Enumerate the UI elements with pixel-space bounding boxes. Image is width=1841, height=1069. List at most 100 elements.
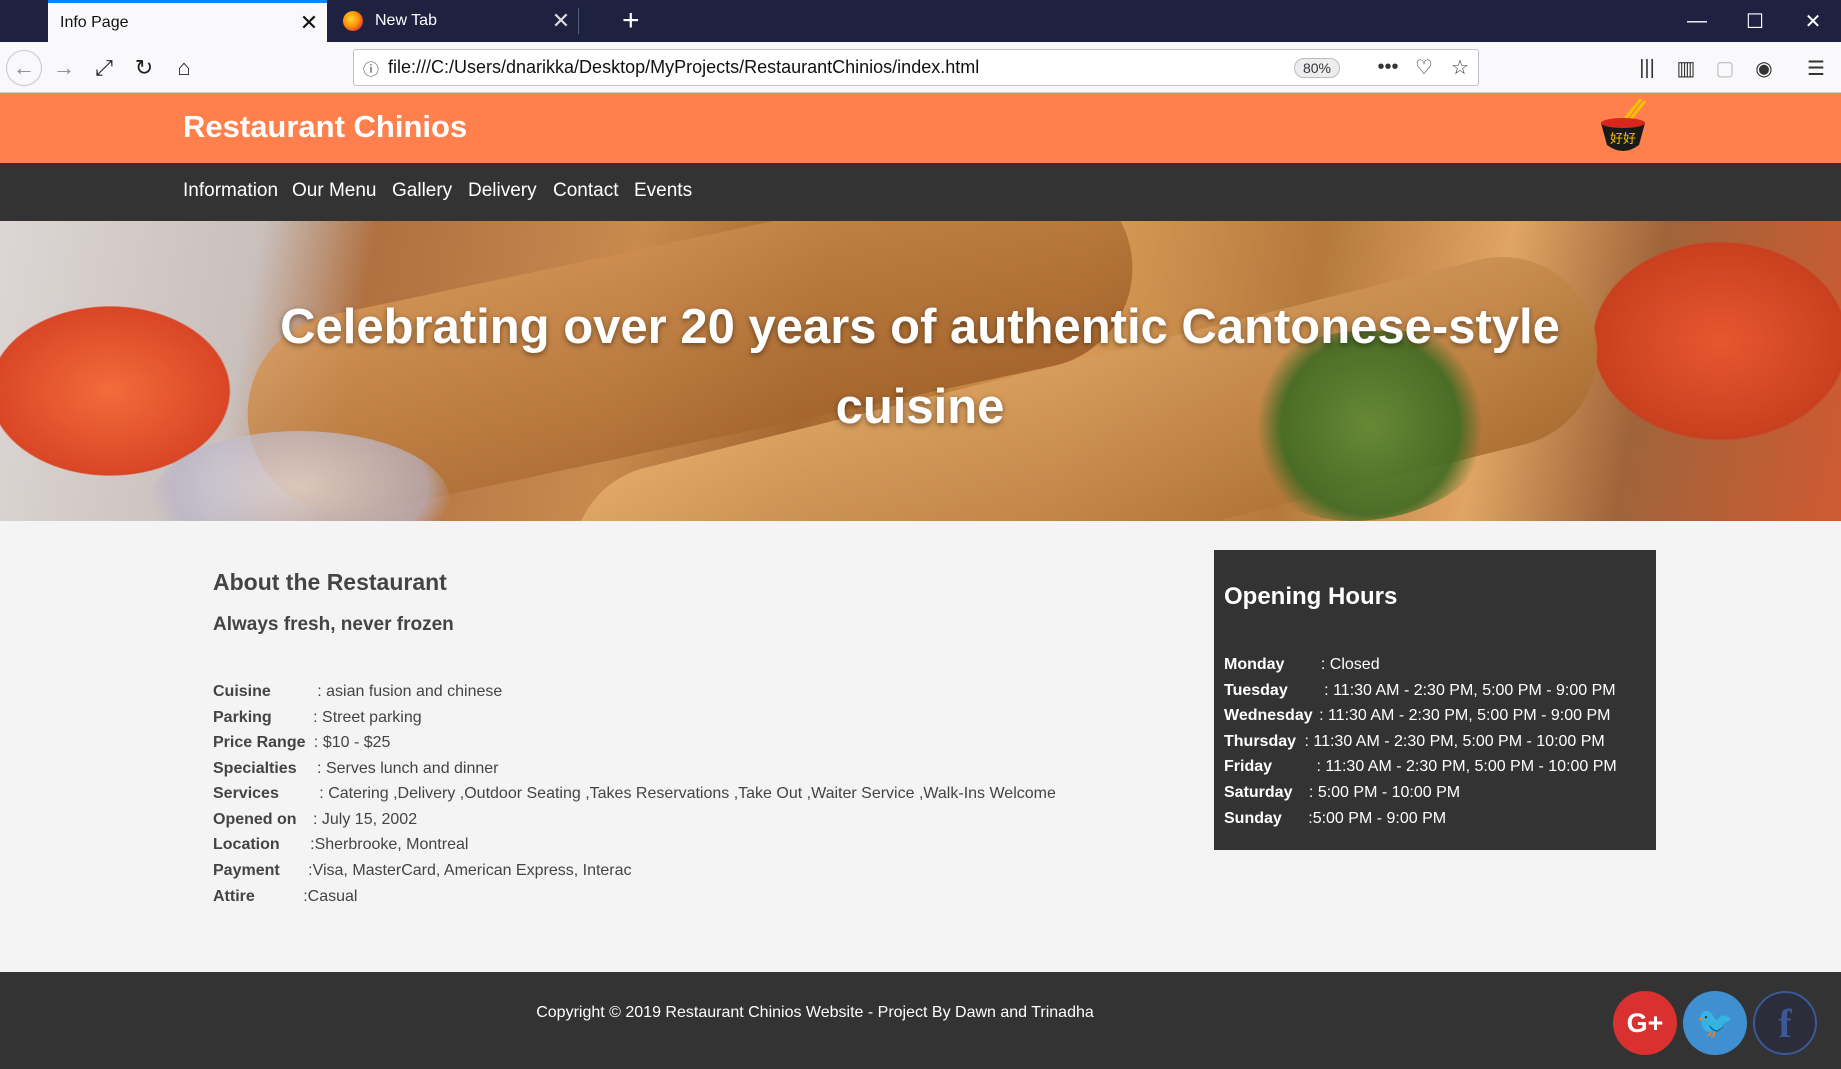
hours-row: Saturday : 5:00 PM - 10:00 PM — [1224, 784, 1460, 802]
day-sep: : — [1304, 784, 1318, 801]
detail-sep: : — [303, 862, 313, 879]
bookmark-star-icon[interactable]: ☆ — [1442, 55, 1478, 80]
back-button[interactable]: ← — [6, 50, 42, 86]
detail-label: Services — [213, 785, 279, 802]
google-plus-icon[interactable]: G+ — [1613, 991, 1677, 1055]
nav-gallery[interactable]: Gallery — [392, 180, 452, 202]
detail-row: Opened on : July 15, 2002 — [213, 811, 417, 829]
nav-events[interactable]: Events — [634, 180, 692, 202]
tab-label: Info Page — [60, 13, 129, 31]
library-button[interactable]: ||| — [1629, 50, 1665, 86]
url-bar[interactable]: ⓘ file:///C:/Users/dnarikka/Desktop/MyPr… — [353, 49, 1479, 86]
detail-sep: : — [298, 888, 308, 905]
detail-row: Price Range : $10 - $25 — [213, 734, 390, 752]
close-window-button[interactable]: ✕ — [1785, 0, 1841, 42]
day-label: Thursday — [1224, 733, 1297, 750]
detail-row: Attire :Casual — [213, 888, 357, 906]
copyright-text: Copyright © 2019 Restaurant Chinios Webs… — [536, 1004, 1094, 1021]
close-tab-icon[interactable]: ✕ — [543, 8, 579, 34]
home-button[interactable]: ⌂ — [166, 50, 202, 86]
day-time: 11:30 AM - 2:30 PM, 5:00 PM - 10:00 PM — [1325, 758, 1617, 775]
detail-row: Location :Sherbrooke, Montreal — [213, 836, 468, 854]
logo-text: 好好 — [1610, 132, 1636, 147]
detail-label: Specialties — [213, 760, 297, 777]
account-button[interactable]: ◉ — [1746, 50, 1782, 86]
detail-label: Price Range — [213, 734, 306, 751]
about-heading: About the Restaurant — [213, 569, 447, 595]
detail-value: Casual — [307, 888, 358, 905]
detail-row: Specialties : Serves lunch and dinner — [213, 760, 499, 778]
zoom-badge[interactable]: 80% — [1293, 57, 1340, 78]
detail-row: Parking : Street parking — [213, 709, 422, 727]
maximize-button[interactable]: ☐ — [1727, 0, 1783, 42]
arrow-right-icon: → — [53, 55, 75, 80]
close-tab-icon[interactable]: ✕ — [291, 10, 327, 36]
day-sep: : — [1319, 682, 1334, 699]
site-footer: Copyright © 2019 Restaurant Chinios Webs… — [0, 972, 1841, 1069]
library-icon: ||| — [1639, 56, 1655, 79]
detail-sep: : — [305, 836, 315, 853]
reload-icon: ↻ — [134, 55, 154, 80]
expand-icon: ⤢ — [95, 55, 113, 80]
new-tab-button[interactable]: + — [622, 4, 640, 38]
day-label: Friday — [1224, 758, 1273, 775]
tab-divider — [578, 8, 579, 34]
detail-sep: : — [308, 709, 323, 726]
day-time: 11:30 AM - 2:30 PM, 5:00 PM - 10:00 PM — [1313, 733, 1605, 750]
url-text[interactable]: file:///C:/Users/dnarikka/Desktop/MyProj… — [388, 57, 1294, 78]
home-icon: ⌂ — [177, 55, 191, 80]
menu-button[interactable]: ☰ — [1798, 50, 1834, 86]
hero-banner: Celebrating over 20 years of authentic C… — [0, 221, 1841, 521]
reload-button[interactable]: ↻ — [126, 50, 162, 86]
site-header: Restaurant Chinios 好好 — [0, 93, 1841, 163]
hours-row: Friday : 11:30 AM - 2:30 PM, 5:00 PM - 1… — [1224, 758, 1617, 776]
detail-label: Location — [213, 836, 280, 853]
hours-row: Sunday :5:00 PM - 9:00 PM — [1224, 810, 1446, 828]
nav-delivery[interactable]: Delivery — [468, 180, 537, 202]
arrow-left-icon: ← — [13, 55, 35, 80]
page-content: Restaurant Chinios 好好 Information Our Me… — [0, 93, 1841, 1069]
day-sep: : — [1303, 810, 1313, 827]
account-icon: ◉ — [1755, 57, 1773, 80]
site-title: Restaurant Chinios — [183, 109, 468, 144]
sidebar-button[interactable]: ▥ — [1668, 50, 1704, 86]
minimize-button[interactable]: — — [1669, 0, 1725, 42]
day-sep: : — [1300, 733, 1314, 750]
day-label: Tuesday — [1224, 682, 1288, 699]
tab-info-page[interactable]: Info Page ✕ — [48, 0, 327, 42]
info-icon[interactable]: ⓘ — [354, 56, 388, 80]
facebook-icon[interactable]: f — [1753, 991, 1817, 1055]
twitter-icon[interactable]: 🐦 — [1683, 991, 1747, 1055]
tab-new-tab[interactable]: New Tab ✕ — [329, 0, 579, 42]
detail-value: Street parking — [322, 709, 422, 726]
detail-value: Catering ,Delivery ,Outdoor Seating ,Tak… — [328, 785, 1056, 802]
nav-contact[interactable]: Contact — [553, 180, 618, 202]
detail-value: $10 - $25 — [322, 734, 391, 751]
day-sep: : — [1316, 656, 1330, 673]
page-actions-icon[interactable]: ••• — [1370, 56, 1406, 79]
day-time: Closed — [1329, 656, 1380, 673]
detail-sep: : — [312, 760, 326, 777]
detail-row: Services : Catering ,Delivery ,Outdoor S… — [213, 785, 1056, 803]
opening-hours-panel: Opening Hours Monday : Closed Tuesday : … — [1214, 550, 1656, 850]
day-label: Saturday — [1224, 784, 1293, 801]
screenshot-icon: ▢ — [1715, 57, 1735, 80]
detail-value: July 15, 2002 — [321, 811, 418, 828]
navigation-toolbar: ← → ⤢ ↻ ⌂ ⓘ file:///C:/Users/dnarikka/De… — [0, 42, 1841, 93]
nav-information[interactable]: Information — [183, 180, 278, 202]
detail-label: Cuisine — [213, 683, 271, 700]
detail-value: asian fusion and chinese — [326, 683, 503, 700]
detail-label: Payment — [213, 862, 280, 879]
firefox-icon — [343, 11, 363, 31]
fullscreen-button[interactable]: ⤢ — [86, 50, 122, 86]
hero-heading: Celebrating over 20 years of authentic C… — [280, 300, 1560, 434]
day-time: 11:30 AM - 2:30 PM, 5:00 PM - 9:00 PM — [1333, 682, 1616, 699]
hours-row: Wednesday : 11:30 AM - 2:30 PM, 5:00 PM … — [1224, 707, 1610, 725]
detail-row: Cuisine : asian fusion and chinese — [213, 683, 502, 701]
nav-our-menu[interactable]: Our Menu — [292, 180, 376, 202]
detail-sep: : — [314, 785, 329, 802]
pocket-icon[interactable]: ♡ — [1406, 55, 1442, 80]
forward-button[interactable]: → — [46, 50, 82, 86]
tab-label: New Tab — [375, 12, 437, 29]
screenshot-button[interactable]: ▢ — [1707, 50, 1743, 86]
